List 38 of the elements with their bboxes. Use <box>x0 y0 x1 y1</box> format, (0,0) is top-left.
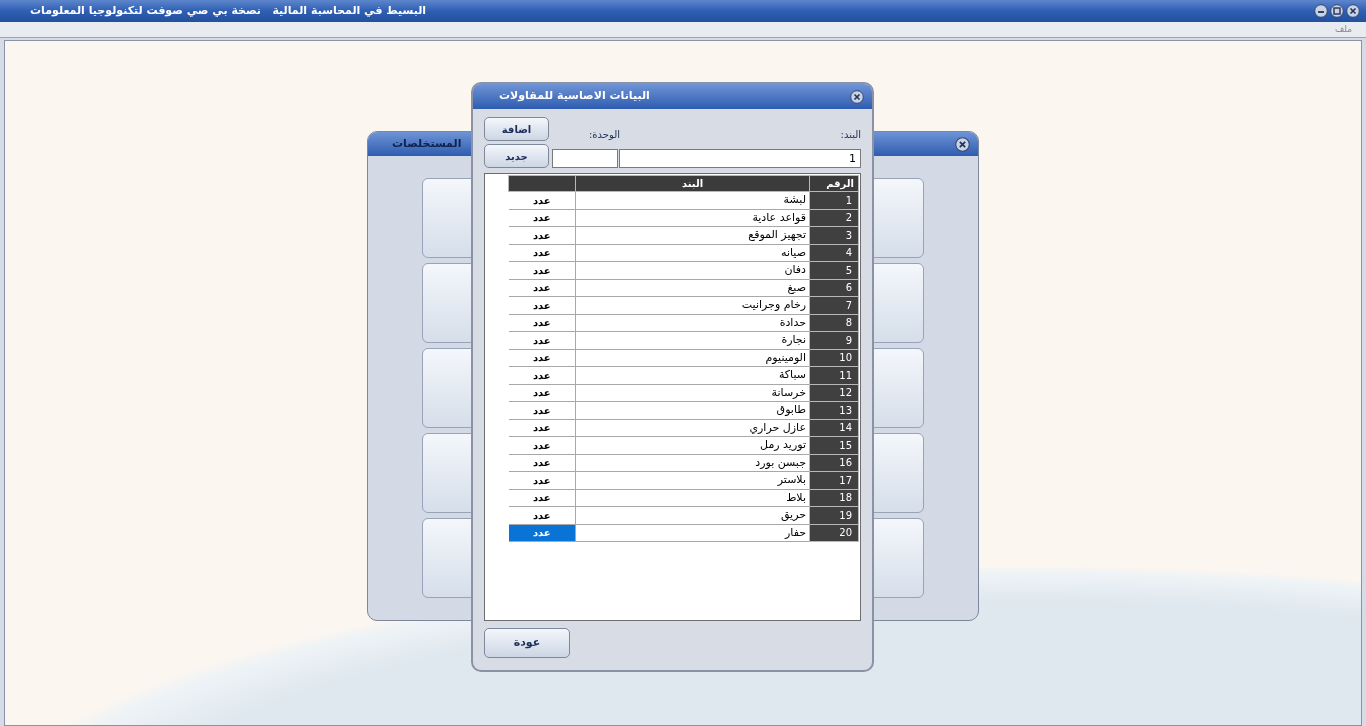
close-icon[interactable] <box>1346 4 1360 18</box>
table-cell: صيانه <box>575 244 810 262</box>
column-header: البند <box>575 175 810 192</box>
field-label: الوحدة: <box>587 128 620 142</box>
item-input-field[interactable]: 1 <box>619 149 861 168</box>
minimize-icon[interactable] <box>1314 4 1328 18</box>
table-cell: نجارة <box>575 331 810 349</box>
dialog-title: البيانات الاصاسية للمقاولات <box>499 88 650 105</box>
column-header-blank <box>508 175 576 192</box>
column-header: الرقم <box>809 175 859 192</box>
maximize-icon[interactable] <box>1330 4 1344 18</box>
dialog-button[interactable]: جديد <box>484 144 549 168</box>
table-cell: لبشة <box>575 191 810 209</box>
table-cell: توريد رمل <box>575 436 810 454</box>
table-cell: سباكة <box>575 366 810 384</box>
unit-input-field[interactable] <box>552 149 618 168</box>
back-button[interactable]: عودة <box>484 628 570 658</box>
table-cell: حفار <box>575 524 810 542</box>
table-cell: عازل حراري <box>575 419 810 437</box>
table-cell: حريق <box>575 506 810 524</box>
close-icon[interactable] <box>955 136 970 152</box>
table-cell: الومينيوم <box>575 349 810 367</box>
table-cell: قواعد عادية <box>575 209 810 227</box>
window-title: البسيط في المحاسبة المالية نصخة بي صي صوفت لتكنولوجيا المعلومات <box>30 2 427 19</box>
table-cell: دفان <box>575 261 810 279</box>
table-cell: طابوق <box>575 401 810 419</box>
table-cell: جبسن بورد <box>575 454 810 472</box>
table-cell: صبغ <box>575 279 810 297</box>
table-cell: رخام وجرانيت <box>575 296 810 314</box>
close-icon[interactable] <box>850 89 864 104</box>
table-cell: بلاط <box>575 489 810 507</box>
table-cell: تجهيز الموقع <box>575 226 810 244</box>
table-cell: حدادة <box>575 314 810 332</box>
field-label: البند: <box>839 128 861 142</box>
table-cell: خرسانة <box>575 384 810 402</box>
background-window-title: المستخلصات <box>392 135 462 152</box>
table-cell: بلاستر <box>575 471 810 489</box>
dialog-button[interactable]: اضافة <box>484 117 549 141</box>
